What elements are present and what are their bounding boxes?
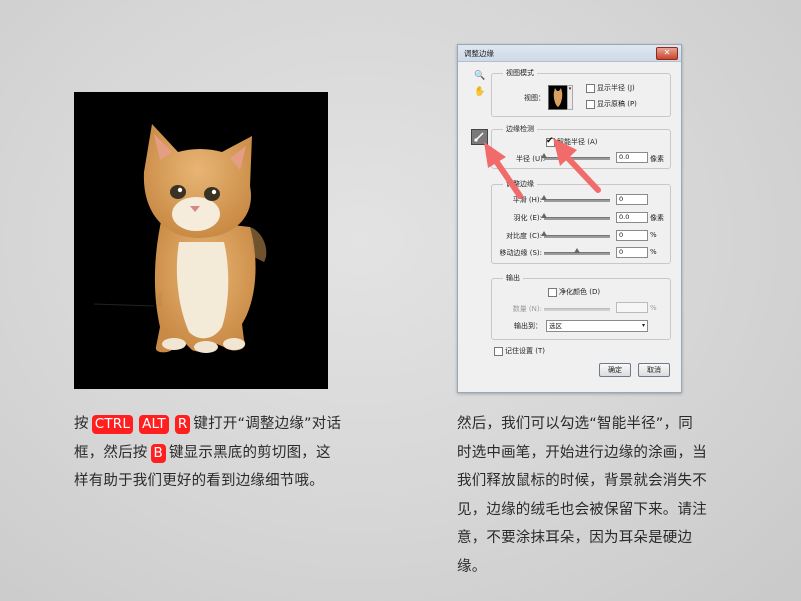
view-mode-thumbnail[interactable] (548, 85, 568, 110)
contrast-slider[interactable] (541, 231, 610, 238)
decontaminate-label: 净化颜色 (D) (559, 288, 601, 296)
chevron-down-icon: ▾ (568, 86, 572, 92)
shift-edge-slider-thumb[interactable] (574, 248, 580, 253)
contrast-label: 对比度 (C): (506, 232, 542, 240)
smart-radius-label: 智能半径 (A) (557, 138, 598, 146)
right-instructions: 然后，我们可以勾选“智能半径”，同时选中画笔，开始进行边缘的涂画，当我们释放鼠标… (457, 416, 707, 575)
brush-icon (474, 132, 484, 142)
key-r-badge: R (174, 415, 191, 434)
view-mode-group (491, 73, 671, 117)
feather-slider[interactable] (541, 213, 610, 220)
show-original-label: 显示原稿 (P) (597, 100, 637, 108)
zoom-tool-icon[interactable]: 🔍 (474, 71, 485, 81)
output-to-select[interactable]: 选区 ▾ (546, 320, 648, 332)
shift-edge-slider[interactable] (544, 248, 610, 255)
key-ctrl-badge: CTRL (91, 415, 134, 434)
amount-label: 数量 (N): (512, 305, 542, 313)
left-instructions: 按 CTRL ALT R 键打开“调整边缘”对话框，然后按 B 键显示黑底的剪切图，这样有助… (74, 410, 344, 496)
cancel-button[interactable]: 取消 (638, 363, 670, 377)
shift-edge-input[interactable]: 0 (616, 247, 648, 258)
feather-input[interactable]: 0.0 (616, 212, 648, 223)
contrast-slider-thumb[interactable] (541, 231, 547, 236)
remember-settings-label: 记住设置 (T) (505, 347, 545, 355)
cat-cutout-image (74, 92, 328, 389)
smooth-label: 平滑 (H): (512, 196, 542, 204)
view-mode-label: 视图模式 (503, 68, 537, 78)
amount-slider (544, 308, 610, 311)
show-radius-checkbox[interactable] (586, 84, 595, 93)
output-to-label: 输出到： (514, 322, 542, 330)
contrast-input[interactable]: 0 (616, 230, 648, 241)
amount-unit: % (650, 304, 657, 312)
cat-thumbnail-icon (553, 88, 563, 107)
key-b-badge: B (150, 443, 166, 463)
key-alt-badge: ALT (139, 415, 169, 434)
feather-label: 羽化 (E): (513, 214, 542, 222)
refine-edge-dialog: 调整边缘 ✕ 🔍 ✋ 视图模式 视图： ▾ 显示半径 (J) 显示原稿 (P) … (457, 44, 682, 393)
hand-tool-icon[interactable]: ✋ (474, 87, 485, 97)
contrast-unit: % (650, 231, 657, 239)
dialog-titlebar[interactable]: 调整边缘 ✕ (458, 45, 681, 62)
radius-input[interactable]: 0.0 (616, 152, 648, 163)
ok-button[interactable]: 确定 (599, 363, 631, 377)
cat-illustration (93, 124, 267, 353)
smooth-slider[interactable] (541, 195, 610, 202)
radius-slider-thumb[interactable] (541, 153, 547, 158)
feather-unit: 像素 (650, 214, 664, 222)
remember-settings-checkbox[interactable] (494, 347, 503, 356)
view-label: 视图： (524, 94, 545, 102)
output-to-value: 选区 (549, 322, 562, 330)
edge-detection-label: 边缘检测 (503, 124, 537, 134)
output-label: 输出 (503, 273, 523, 283)
adjust-edge-label: 调整边缘 (503, 179, 537, 189)
decontaminate-checkbox[interactable] (548, 288, 557, 297)
amount-input (616, 302, 648, 313)
show-radius-label: 显示半径 (J) (597, 84, 635, 92)
view-mode-dropdown[interactable]: ▾ (567, 85, 573, 110)
refine-radius-brush-tool[interactable] (471, 129, 488, 145)
smooth-input[interactable]: 0 (616, 194, 648, 205)
text-segment: 按 (74, 416, 89, 432)
show-original-checkbox[interactable] (586, 100, 595, 109)
dialog-title: 调整边缘 (464, 49, 494, 58)
close-icon: ✕ (663, 48, 671, 57)
shift-edge-unit: % (650, 248, 657, 256)
shift-edge-label: 移动边缘 (S): (499, 249, 543, 257)
chevron-down-icon: ▾ (641, 322, 645, 329)
feather-slider-thumb[interactable] (541, 213, 547, 218)
smooth-slider-thumb[interactable] (541, 195, 547, 200)
close-button[interactable]: ✕ (656, 47, 678, 60)
smart-radius-checkbox[interactable] (546, 136, 555, 147)
radius-slider[interactable] (541, 153, 610, 160)
radius-unit: 像素 (650, 155, 664, 163)
